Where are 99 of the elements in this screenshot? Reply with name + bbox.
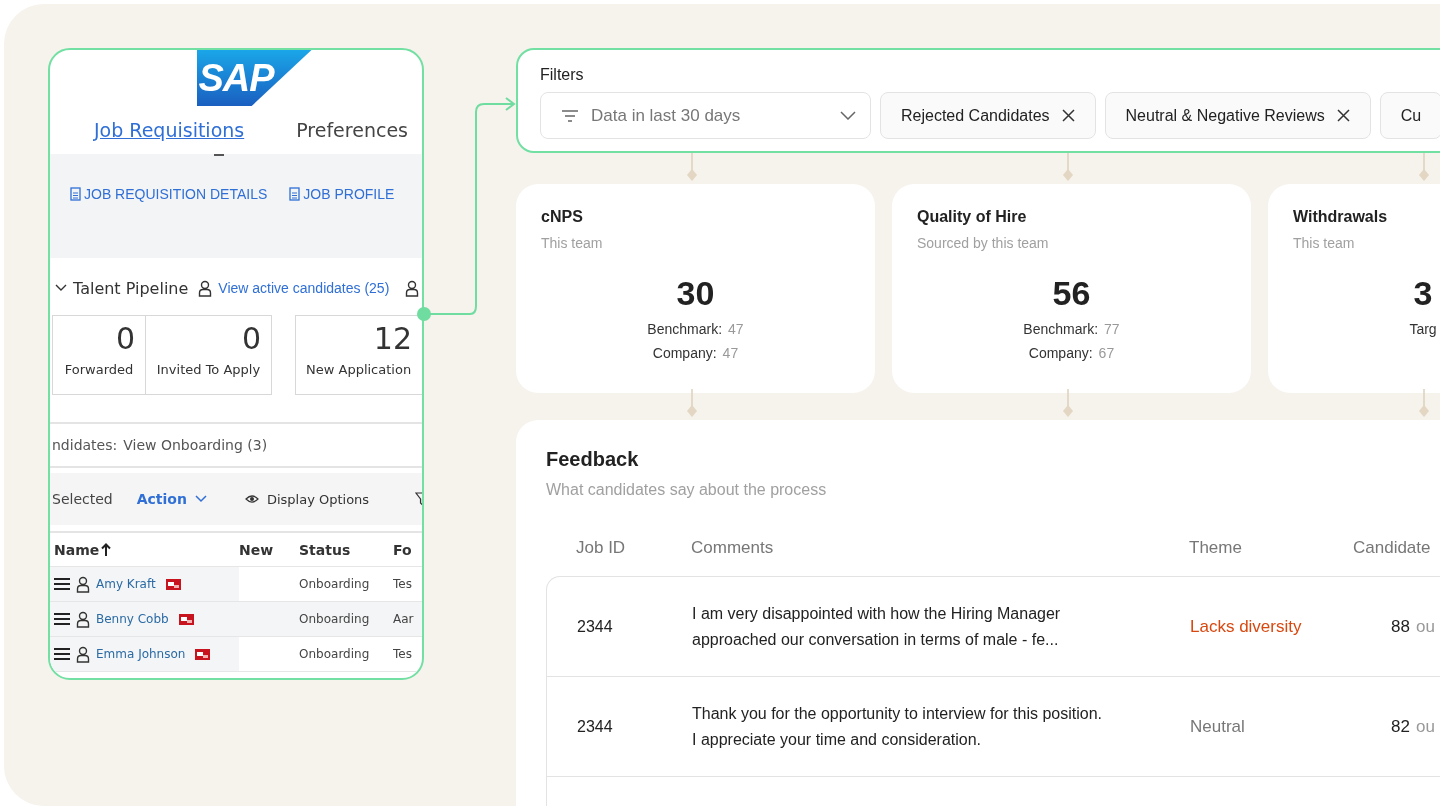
connector-line [686,153,698,181]
comment-text: I am very disappointed with how the Hiring Manager [692,603,1062,624]
action-menu[interactable]: Action [136,491,207,507]
tab[interactable]: Job Requisitions [94,119,245,141]
comment-text: I appreciate your time and consideration. [692,729,983,750]
tile-label: Forwarded [64,362,134,377]
column-header: Job ID [575,538,627,558]
document-icon [70,187,81,201]
metric-value: 56 [1051,273,1092,313]
card-title: Withdrawals [1293,208,1389,226]
tile-count: 0 [241,322,261,356]
card-subtitle: This team [1293,235,1356,251]
selection-label: Selected [52,491,113,507]
connector-line [1418,153,1430,181]
link[interactable]: View Onboarding (3) [123,437,268,453]
panel-title: Filters [540,66,585,84]
count-tile[interactable]: 12 New Application [295,315,422,395]
chevron-down-icon [840,111,856,120]
display-options-button[interactable]: Display Options [244,491,370,507]
score-value: 82 [1391,716,1410,736]
column-header[interactable]: Status [299,533,393,566]
metric-label: Company: [652,345,717,361]
metric-value: 30 [675,273,716,313]
card-title: cNPS [541,208,584,226]
metric-label: Benchmark: [647,321,723,337]
chevron-down-icon [194,495,207,503]
score-suffix: ou [1415,716,1435,736]
table-cell-text: Tes [392,646,413,663]
menu-icon [54,648,70,660]
comment-text: Thank you for the opportunity to interview for this position. [692,703,1103,724]
comment-text: approached our conversation in terms of male - fe... [692,629,1060,650]
filter-lines-icon [561,109,579,122]
connector-line [686,389,698,417]
column-header: Candidate [1353,538,1431,558]
candidate-link[interactable]: Amy Kraft [96,577,156,591]
filter-chip[interactable]: Neutral & Negative Reviews [1104,92,1371,139]
table-cell-text: Onboarding [299,646,371,663]
section-title: Talent Pipeline [73,278,189,298]
metric-value: 3 [1412,273,1434,313]
logo: SAP [196,50,312,106]
card-title: Quality of Hire [917,208,1028,226]
table-cell-text: Onboarding [299,576,371,593]
metric-reading: 47 [728,321,744,337]
metric-reading: 67 [1098,345,1115,361]
eye-icon [244,494,259,504]
column-header: Theme [1189,538,1243,558]
column-header: Comments [691,538,775,558]
document-icon [289,187,301,201]
person-icon [405,279,420,297]
score-value: 88 [1391,616,1410,636]
column-header[interactable]: New [238,533,299,566]
card-subtitle: This team [541,235,604,251]
person-icon [76,575,90,593]
filter-chip[interactable]: Rejected Candidates [880,92,1096,139]
tile-label: New Application [306,362,412,377]
connector-line [1062,153,1074,181]
score-suffix: ou [1415,616,1435,636]
menu-icon [54,613,70,625]
person-icon [76,645,90,663]
theme-label: Lacks diversity [1190,616,1303,637]
connector-line [1418,389,1430,417]
tile-label: Invited To Apply [156,362,261,377]
link[interactable]: JOB REQUISITION DETAILS [84,186,268,202]
link[interactable]: JOB PROFILE [303,186,395,202]
profile-card-icon [165,578,181,590]
connector-line [1062,389,1074,417]
table-cell-text: 2344 [576,717,614,736]
theme-label: Neutral [1190,716,1246,737]
profile-card-icon [195,648,211,660]
table-cell-text: Tes [392,576,413,593]
metric-label: Benchmark: [1023,321,1099,337]
tab[interactable]: Preferences [296,119,408,141]
table-cell-text: Aar [392,611,415,628]
count-tile[interactable]: 0 Forwarded [52,315,146,395]
person-icon [198,279,213,297]
tile-count: 12 [373,322,412,356]
date-range-dropdown[interactable]: Data in last 30 days [540,92,871,139]
person-icon [76,610,90,628]
panel-title: Feedback [546,448,640,471]
tile-count: 0 [115,322,135,356]
table-cell-text: Onboarding [299,611,371,628]
card-subtitle: Sourced by this team [917,235,1050,251]
column-header[interactable]: Name [50,533,239,566]
link[interactable]: View active candidates (25) [218,280,390,296]
panel-subtitle: What candidates say about the process [546,481,828,499]
column-header[interactable]: Fo [392,533,422,566]
menu-icon [54,578,70,590]
label: ndidates: [52,437,118,453]
profile-card-icon [178,613,194,625]
metric-label: Company: [1028,345,1093,361]
metric-reading: 47 [722,345,739,361]
candidate-link[interactable]: Emma Johnson [96,647,186,661]
metric-reading: 77 [1104,321,1120,337]
candidate-link[interactable]: Benny Cobb [96,612,169,626]
chevron-down-icon [55,284,67,292]
filter-chip[interactable]: Cu [1379,92,1440,139]
count-tile[interactable]: 0 Invited To Apply [145,315,272,395]
table-cell-text: 2344 [576,617,614,636]
metric-label: Targ [1409,321,1437,337]
